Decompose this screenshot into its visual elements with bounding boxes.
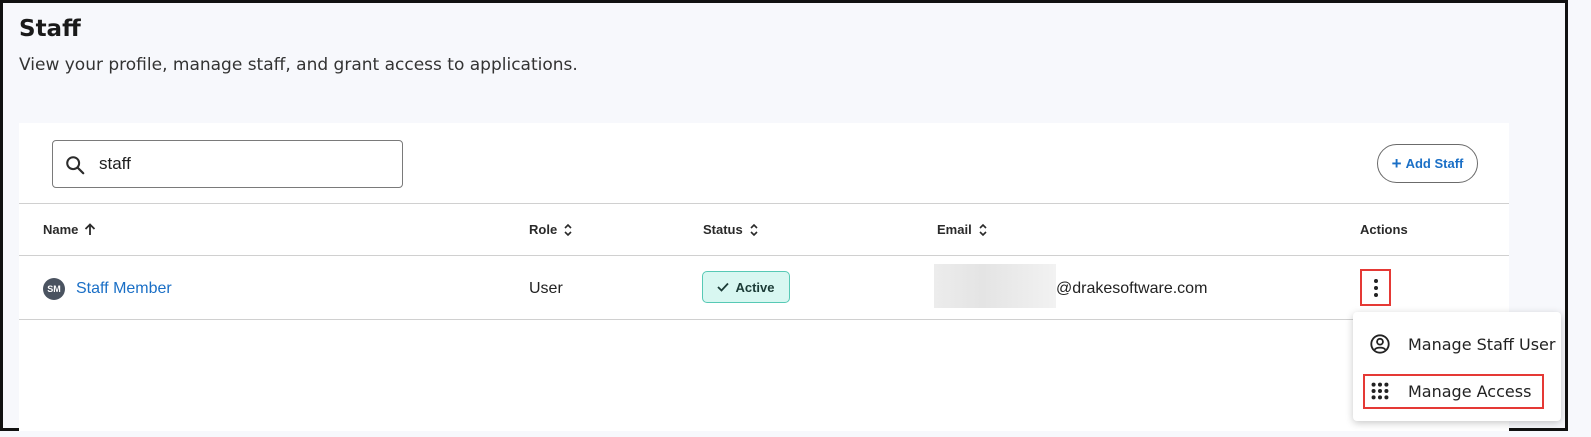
role-cell: User xyxy=(529,280,563,297)
row-divider xyxy=(19,319,1509,320)
search-input[interactable] xyxy=(99,151,389,177)
plus-icon: + xyxy=(1391,154,1402,173)
column-header-actions: Actions xyxy=(1360,222,1408,237)
avatar: SM xyxy=(43,278,65,300)
add-staff-button[interactable]: + Add Staff xyxy=(1377,144,1478,183)
status-label: Active xyxy=(735,279,775,295)
search-box[interactable] xyxy=(52,140,403,188)
status-badge: Active xyxy=(702,271,790,303)
column-header-label: Email xyxy=(937,222,972,237)
column-header-role[interactable]: Role xyxy=(529,222,573,237)
user-circle-icon xyxy=(1370,334,1390,354)
arrow-up-icon xyxy=(85,223,96,235)
page-title: Staff xyxy=(19,16,81,42)
column-header-email[interactable]: Email xyxy=(937,222,988,237)
search-icon xyxy=(66,156,85,175)
row-actions-menu: Manage Staff User Manage Access xyxy=(1353,312,1561,421)
header-divider-bottom xyxy=(19,255,1509,256)
menu-item-label: Manage Access xyxy=(1408,382,1532,401)
more-vertical-icon xyxy=(1373,278,1378,297)
header-divider-top xyxy=(19,203,1509,204)
app-grid-icon xyxy=(1371,382,1389,400)
staff-name-link[interactable]: Staff Member xyxy=(76,280,172,298)
column-header-label: Name xyxy=(43,222,79,237)
menu-item-manage-staff-user[interactable]: Manage Staff User xyxy=(1353,324,1561,364)
row-actions-button[interactable] xyxy=(1360,269,1391,306)
app-frame: Staff View your profile, manage staff, a… xyxy=(0,0,1568,431)
sort-icon xyxy=(979,223,987,236)
menu-item-label: Manage Staff User xyxy=(1408,335,1556,354)
column-header-label: Actions xyxy=(1360,222,1408,237)
checkmark-icon xyxy=(717,282,730,292)
redacted-email-blur xyxy=(934,264,1056,308)
sort-icon xyxy=(750,223,758,236)
column-header-label: Role xyxy=(529,222,558,237)
menu-item-manage-access[interactable]: Manage Access xyxy=(1353,371,1561,411)
column-header-label: Status xyxy=(703,222,743,237)
column-header-status[interactable]: Status xyxy=(703,222,759,237)
email-cell: @drakesoftware.com xyxy=(1056,280,1208,297)
add-staff-label: Add Staff xyxy=(1405,156,1464,171)
sort-icon xyxy=(564,223,572,236)
column-header-name[interactable]: Name xyxy=(43,222,96,237)
page-subtitle: View your profile, manage staff, and gra… xyxy=(19,55,578,75)
staff-card: + Add Staff Name Role Status xyxy=(19,123,1509,431)
